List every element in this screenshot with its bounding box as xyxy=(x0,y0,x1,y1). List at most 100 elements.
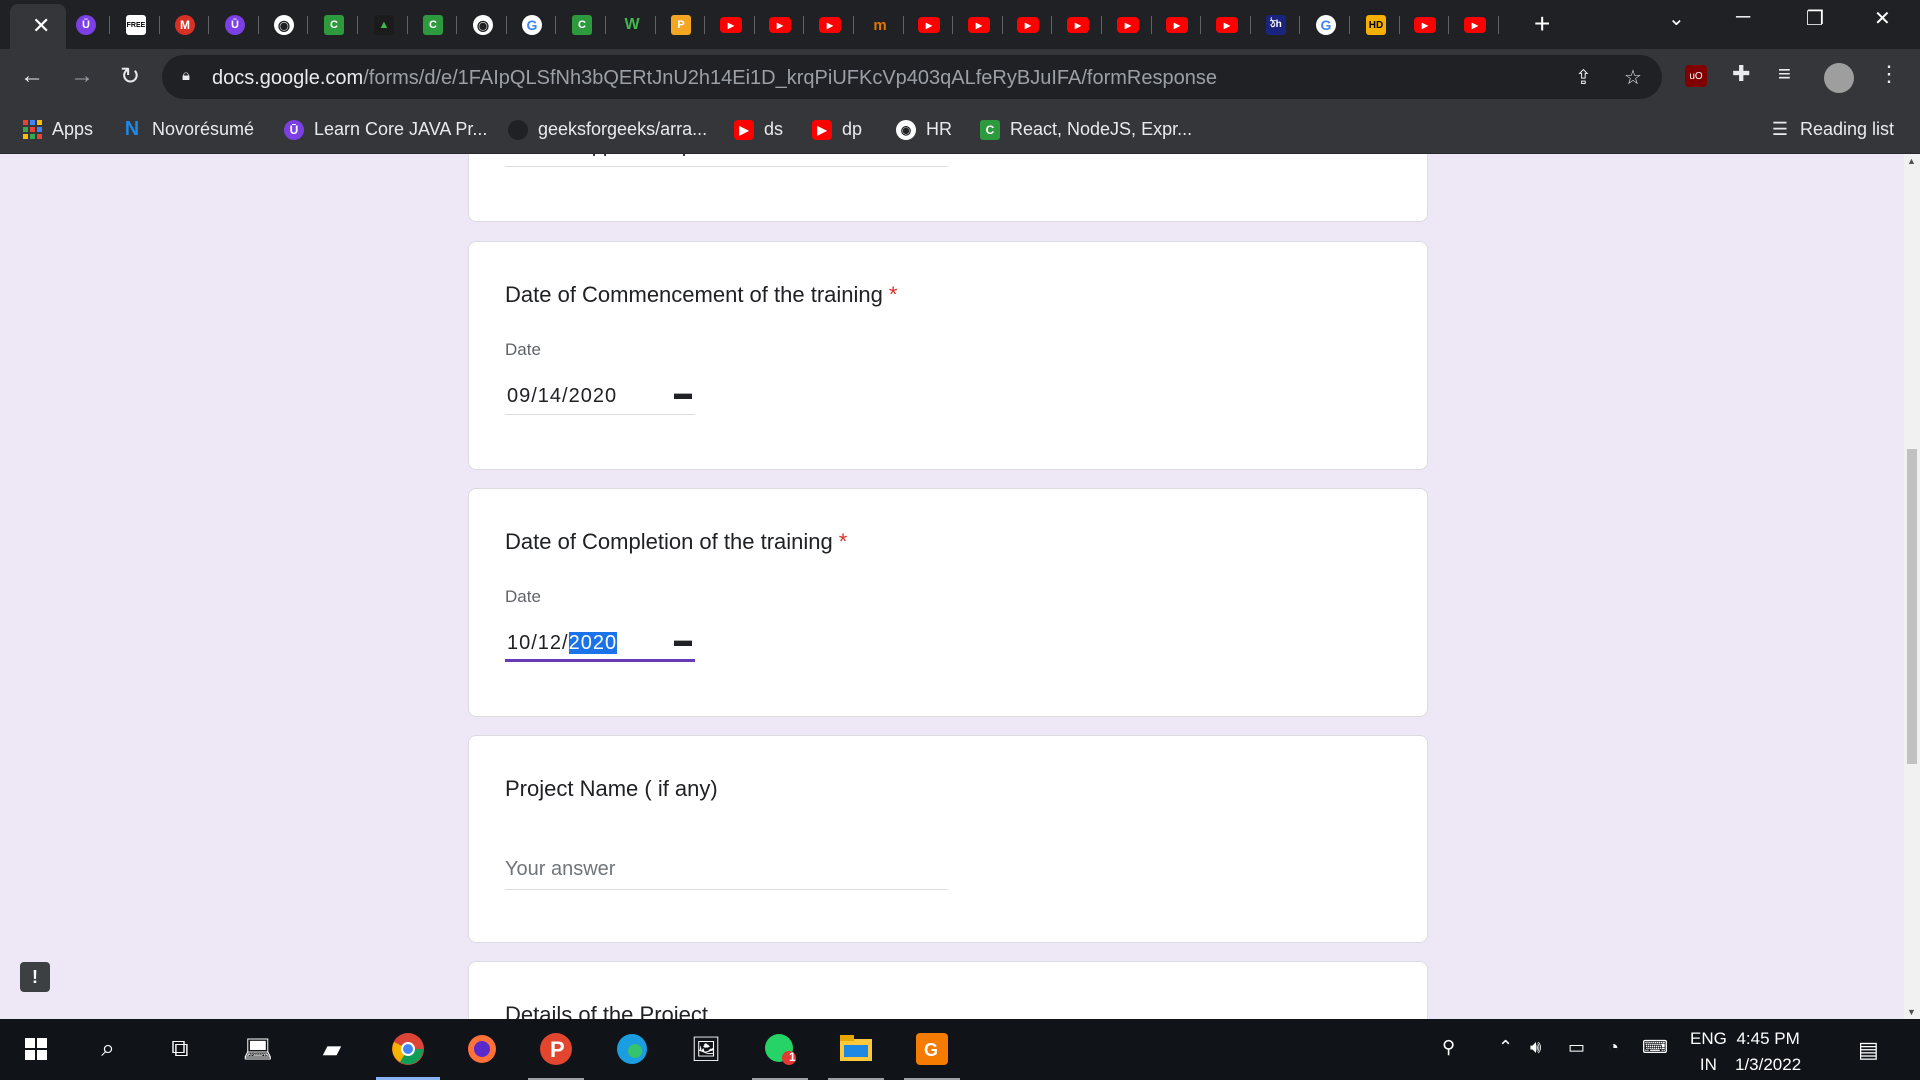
tray-expand-icon[interactable]: ⌃ xyxy=(1498,1037,1513,1058)
browser-tab[interactable]: C xyxy=(310,10,358,40)
browser-tab[interactable]: ▶ xyxy=(1451,10,1499,40)
browser-tab[interactable]: ▶ xyxy=(1203,10,1251,40)
date-value-prefix: 10/12/ xyxy=(507,632,569,654)
browser-tab[interactable]: ◉ xyxy=(260,10,308,40)
p-app-icon[interactable]: P xyxy=(528,1029,584,1080)
extensions-icon[interactable]: ✚ xyxy=(1732,61,1750,87)
browser-tab[interactable]: ▶ xyxy=(806,10,854,40)
back-icon[interactable]: ← xyxy=(16,62,48,90)
browser-tab[interactable]: HD xyxy=(1352,10,1400,40)
battery-icon[interactable]: ▭ xyxy=(1568,1037,1585,1058)
media-control-icon[interactable]: ≡ xyxy=(1778,61,1791,87)
restore-icon[interactable]: ❐ xyxy=(1806,6,1824,31)
scrollbar-thumb[interactable] xyxy=(1907,449,1917,764)
bookmark-react-nodejs[interactable]: C React, NodeJS, Expr... xyxy=(980,119,1192,140)
browser-tab[interactable]: C xyxy=(409,10,457,40)
edge-icon[interactable] xyxy=(612,1029,652,1069)
menu-kebab-icon[interactable]: ⋮ xyxy=(1878,61,1900,87)
scroll-down-arrow-icon[interactable]: ▼ xyxy=(1907,1007,1916,1017)
browser-tab[interactable]: ▲ xyxy=(360,10,408,40)
browser-tab[interactable]: ▶ xyxy=(1054,10,1102,40)
notifications-icon[interactable]: ▤ xyxy=(1858,1037,1879,1063)
bookmark-star-icon[interactable]: ☆ xyxy=(1624,65,1642,90)
calendar-icon[interactable]: ▬ xyxy=(674,630,693,651)
pdf-app-icon[interactable]: G xyxy=(904,1029,960,1080)
browser-tab[interactable]: ◉ xyxy=(459,10,507,40)
browser-tab[interactable]: ▶ xyxy=(905,10,953,40)
reading-list-button[interactable]: ☰ Reading list xyxy=(1770,119,1894,140)
url-text[interactable]: docs.google.com/forms/d/e/1FAIpQLSfNh3bQ… xyxy=(212,67,1217,90)
browser-tab[interactable]: FREE xyxy=(112,10,160,40)
bookmark-dp[interactable]: ▶ dp xyxy=(812,119,862,140)
bookmark-hr[interactable]: ◉ HR xyxy=(896,119,952,140)
browser-tab[interactable]: ▶ xyxy=(756,10,804,40)
tab-search-icon[interactable]: ⌄ xyxy=(1668,6,1685,31)
browser-tab[interactable]: ▶ xyxy=(1401,10,1449,40)
chrome-taskbar-icon[interactable] xyxy=(376,1029,440,1080)
green-c-icon: C xyxy=(980,119,1000,140)
youtube-icon: ▶ xyxy=(1216,17,1238,33)
browser-tab[interactable]: ঠh xyxy=(1252,10,1300,40)
browser-tab[interactable]: M xyxy=(161,10,209,40)
scroll-up-arrow-icon[interactable]: ▲ xyxy=(1907,156,1916,166)
google-icon: G xyxy=(1316,15,1336,35)
project-name-input[interactable]: Your answer xyxy=(505,858,948,890)
browser-tab[interactable]: ▶ xyxy=(1004,10,1052,40)
browser-tab[interactable]: G xyxy=(508,10,556,40)
bookmark-geeksforgeeks[interactable]: geeksforgeeks/arra... xyxy=(508,119,707,140)
task-view-icon[interactable]: ⧉ xyxy=(160,1029,200,1069)
file-explorer-icon[interactable] xyxy=(828,1029,884,1080)
windows-start-icon[interactable] xyxy=(16,1029,56,1069)
browser-tab[interactable]: ▶ xyxy=(1153,10,1201,40)
firefox-icon[interactable] xyxy=(462,1029,502,1069)
calendar-icon[interactable]: ▬ xyxy=(674,383,693,404)
keyboard-icon[interactable]: ⌨ xyxy=(1642,1037,1668,1058)
close-window-icon[interactable]: ✕ xyxy=(1874,6,1891,31)
address-bar[interactable]: 🔒︎ docs.google.com/forms/d/e/1FAIpQLSfNh… xyxy=(162,55,1662,99)
people-icon[interactable]: ⚲ xyxy=(1442,1037,1455,1058)
browser-tab[interactable]: ▶ xyxy=(955,10,1003,40)
wifi-icon[interactable]: ◔ xyxy=(1608,1037,1619,1058)
input-language[interactable]: ENG IN xyxy=(1690,1026,1727,1078)
previous-answer-field[interactable]: Android App Development xyxy=(505,154,948,167)
minimize-icon[interactable]: ─ xyxy=(1736,6,1750,29)
new-tab-button[interactable]: + xyxy=(1534,9,1550,39)
orange-p-icon: P xyxy=(671,15,691,35)
tab-active[interactable]: ✕ xyxy=(10,4,66,49)
globe-icon: ◉ xyxy=(896,119,916,140)
browser-tab[interactable]: P xyxy=(657,10,705,40)
browser-tab[interactable]: Ū xyxy=(211,10,259,40)
browser-tab[interactable]: W xyxy=(608,10,656,40)
date-year-selected[interactable]: 2020 xyxy=(568,632,618,654)
profile-avatar[interactable] xyxy=(1824,63,1854,93)
browser-tab[interactable]: Ū xyxy=(62,10,110,40)
ublock-icon[interactable]: uO xyxy=(1685,65,1707,87)
forward-icon[interactable]: → xyxy=(66,62,98,90)
share-icon[interactable]: ⇪ xyxy=(1575,65,1592,90)
photos-app-icon[interactable]: 🖼︎ xyxy=(686,1029,726,1069)
volume-icon[interactable]: 🔊︎ xyxy=(1530,1037,1541,1058)
close-tab-icon[interactable]: ✕ xyxy=(32,12,50,40)
browser-tab[interactable]: G xyxy=(1302,10,1350,40)
globe-icon: ◉ xyxy=(473,15,493,35)
page-scrollbar[interactable]: ▲ ▼ xyxy=(1904,154,1920,1019)
browser-tab[interactable]: ▶ xyxy=(1104,10,1152,40)
reload-icon[interactable]: ↻ xyxy=(114,62,146,91)
feedback-button[interactable]: ! xyxy=(20,962,50,992)
notes-app-icon[interactable]: ▰ xyxy=(312,1029,352,1069)
bookmark-ds[interactable]: ▶ ds xyxy=(734,119,783,140)
svg-text:G: G xyxy=(924,1040,938,1060)
bookmark-apps[interactable]: Apps xyxy=(22,119,93,140)
bookmark-novoresume[interactable]: N Novorésumé xyxy=(122,118,254,140)
browser-tab[interactable]: ▶ xyxy=(707,10,755,40)
search-icon[interactable]: ⌕ xyxy=(88,1029,128,1069)
bookmark-learn-core-java[interactable]: Ū Learn Core JAVA Pr... xyxy=(284,119,487,140)
system-clock[interactable]: 4:45 PM 1/3/2022 xyxy=(1735,1026,1801,1078)
browser-tab[interactable]: m xyxy=(856,10,904,40)
whatsapp-icon[interactable]: 1 xyxy=(752,1029,808,1080)
laptop-app-icon[interactable]: 💻︎ xyxy=(238,1029,278,1069)
commencement-date-input[interactable]: 09/14/2020 ▬ xyxy=(505,377,695,415)
lock-icon[interactable]: 🔒︎ xyxy=(182,67,190,84)
completion-date-input[interactable]: 10/12/2020 ▬ xyxy=(505,624,695,662)
browser-tab[interactable]: C xyxy=(558,10,606,40)
